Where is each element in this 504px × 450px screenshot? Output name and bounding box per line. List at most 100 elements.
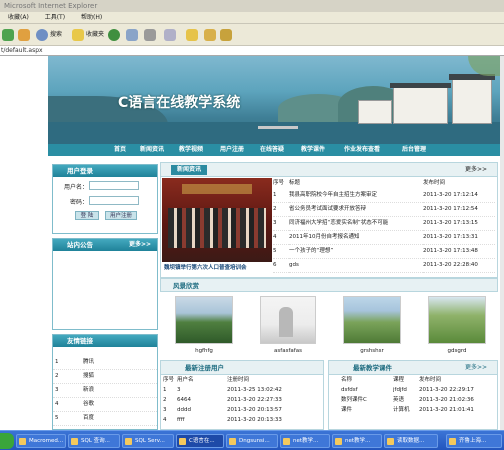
discuss-button[interactable] [186,28,200,42]
links-title: 友情链接 [53,335,157,347]
nav-qa[interactable]: 在线答疑 [260,144,284,156]
table-row: 3 新浪 [53,383,157,398]
table-row[interactable]: 4 2011年10月份自考报名通知 2011-3-20 17:13:31 [273,230,495,245]
news-title[interactable]: 2011年10月份自考报名通知 [289,230,423,245]
nav-homework[interactable]: 作业发布查看 [344,144,380,156]
col-name: 名称 [341,377,353,383]
menu-tools[interactable]: 工具(T) [45,12,65,24]
menu-bar: 收藏(A) 工具(T) 帮助(H) [0,12,504,24]
link-index: 3 [53,383,83,398]
courseware-title: 最新教学课件 [353,364,392,372]
scenery-image-4[interactable] [428,296,486,344]
home-button[interactable] [18,28,32,42]
nav-register[interactable]: 用户注册 [220,144,244,156]
table-row[interactable]: dsfdsf jfdjfd 2011-3-20 22:29:17 [329,385,497,395]
scenery-image-2[interactable] [260,296,316,344]
courseware-header: 最新教学课件 更多>> [329,361,497,375]
table-row[interactable]: 3 同济福州大学招“恋爱实名制”状态不可能 2011-3-20 17:13:15 [273,216,495,231]
username-label: 用户名： [64,184,89,191]
link-name[interactable]: 搜狐 [83,369,157,384]
edit-icon [164,28,176,41]
scenery-caption-2: asfasfafas [274,348,302,354]
mail-button[interactable] [126,28,140,42]
table-row[interactable]: 5 一个孩子的“理想” 2011-3-20 17:13:48 [273,244,495,259]
col-pubtime: 发布时间 [419,377,442,383]
table-row: 4 ffff 2011-3-20 20:13:33 [161,415,323,425]
task-net-teaching-2[interactable]: net教学... [332,434,382,448]
password-input[interactable] [89,196,139,205]
table-row[interactable]: 课件 计算机 2011-3-20 21:01:41 [329,405,497,415]
news-title[interactable]: 省公务员考试面试要求开放答辩 [289,202,423,217]
news-time: 2011-3-20 17:13:15 [423,216,495,231]
vertical-scrollbar[interactable] [500,56,504,430]
nav-news[interactable]: 新闻资讯 [140,144,164,156]
task-c-online[interactable]: C语言在... [176,434,224,448]
login-panel: 用户登录 用户名： 密码： 登 陆 用户注册 [52,164,158,234]
task-sql-query[interactable]: SQL 查询... [68,434,120,448]
search-button[interactable]: 搜索 [36,28,62,42]
table-row[interactable]: 2 省公务员考试面试要求开放答辩 2011-3-20 17:12:54 [273,202,495,217]
scenery-title: 风景欣赏 [173,282,199,290]
favorites-button[interactable]: 收藏夹 [72,28,104,42]
news-tab[interactable]: 新闻资讯 [171,165,208,175]
news-photo[interactable] [162,178,272,262]
user-index: 3 [163,407,167,413]
notice-header: 站内公告 更多>> [53,239,157,251]
news-title[interactable]: gds [289,258,423,273]
task-macromedia[interactable]: Macromed... [16,434,66,448]
table-row[interactable]: 1 我县高职院校今年自主招生方案审定 2011-3-20 17:12:14 [273,188,495,203]
print-icon [144,28,156,41]
nav-admin[interactable]: 后台管理 [402,144,426,156]
menu-help[interactable]: 帮助(H) [81,12,102,24]
print-button[interactable] [144,28,158,42]
refresh-button[interactable] [2,28,16,42]
link-name[interactable]: 百度 [83,411,157,426]
nav-courseware[interactable]: 教学课件 [301,144,325,156]
scenery-image-3[interactable] [343,296,401,344]
site-title: C语言在线教学系统 [118,95,241,111]
news-time: 2011-3-20 22:28:40 [423,258,495,273]
news-more-link[interactable]: 更多>> [465,163,487,177]
table-row: 5 百度 [53,411,157,426]
research-button[interactable] [220,28,234,42]
nav-video[interactable]: 教学视频 [179,144,203,156]
menu-favorites[interactable]: 收藏(A) [8,12,29,24]
table-row[interactable]: 数列课件C 英语 2011-3-20 21:02:36 [329,395,497,405]
links-table: 1 腾讯 2 搜狐 3 新浪 4 谷歌 5 百度 [53,355,157,426]
start-button[interactable] [0,433,14,449]
task-read-data[interactable]: 读取数据... [384,434,438,448]
courseware-more-link[interactable]: 更多>> [465,361,487,375]
link-name[interactable]: 腾讯 [83,355,157,370]
table-row[interactable]: 6 gds 2011-3-20 22:28:40 [273,258,495,273]
task-dngsunsi[interactable]: Dngsunsi... [226,434,278,448]
news-title[interactable]: 同济福州大学招“恋爱实名制”状态不可能 [289,216,423,231]
address-bar[interactable]: t/default.aspx [0,46,504,56]
link-name[interactable]: 新浪 [83,383,157,398]
news-title[interactable]: 一个孩子的“理想” [289,244,423,259]
username-input[interactable] [89,181,139,190]
link-name[interactable]: 谷歌 [83,397,157,412]
news-index: 5 [273,244,289,259]
task-net-teaching-1[interactable]: net教学... [280,434,330,448]
register-button[interactable]: 用户注册 [105,211,137,220]
task-shanghai[interactable]: 齐鲁上海... [446,434,502,448]
user-time: 2011-3-20 22:27:33 [227,397,282,403]
messenger-button[interactable] [204,28,218,42]
news-title[interactable]: 我县高职院校今年自主招生方案审定 [289,188,423,203]
courseware-name[interactable]: 课件 [341,405,393,415]
table-row: 2 6464 2011-3-20 22:27:33 [161,395,323,405]
notice-more-link[interactable]: 更多>> [129,239,151,251]
history-button[interactable] [108,28,122,42]
link-index: 1 [53,355,83,370]
login-button[interactable]: 登 陆 [75,211,99,220]
scenery-image-1[interactable] [175,296,233,344]
news-table: 序号 标题 发布时间 1 我县高职院校今年自主招生方案审定 2011-3-20 17:1… [273,178,495,273]
task-sql-server[interactable]: SQL Serv... [122,434,174,448]
news-index: 4 [273,230,289,245]
courseware-name[interactable]: dsfdsf [341,385,393,395]
courseware-table-header: 名称 课程 发布时间 [329,375,497,385]
site-banner [48,56,504,144]
nav-home[interactable]: 首页 [114,144,126,156]
courseware-name[interactable]: 数列课件C [341,395,393,405]
edit-button[interactable] [164,28,178,42]
